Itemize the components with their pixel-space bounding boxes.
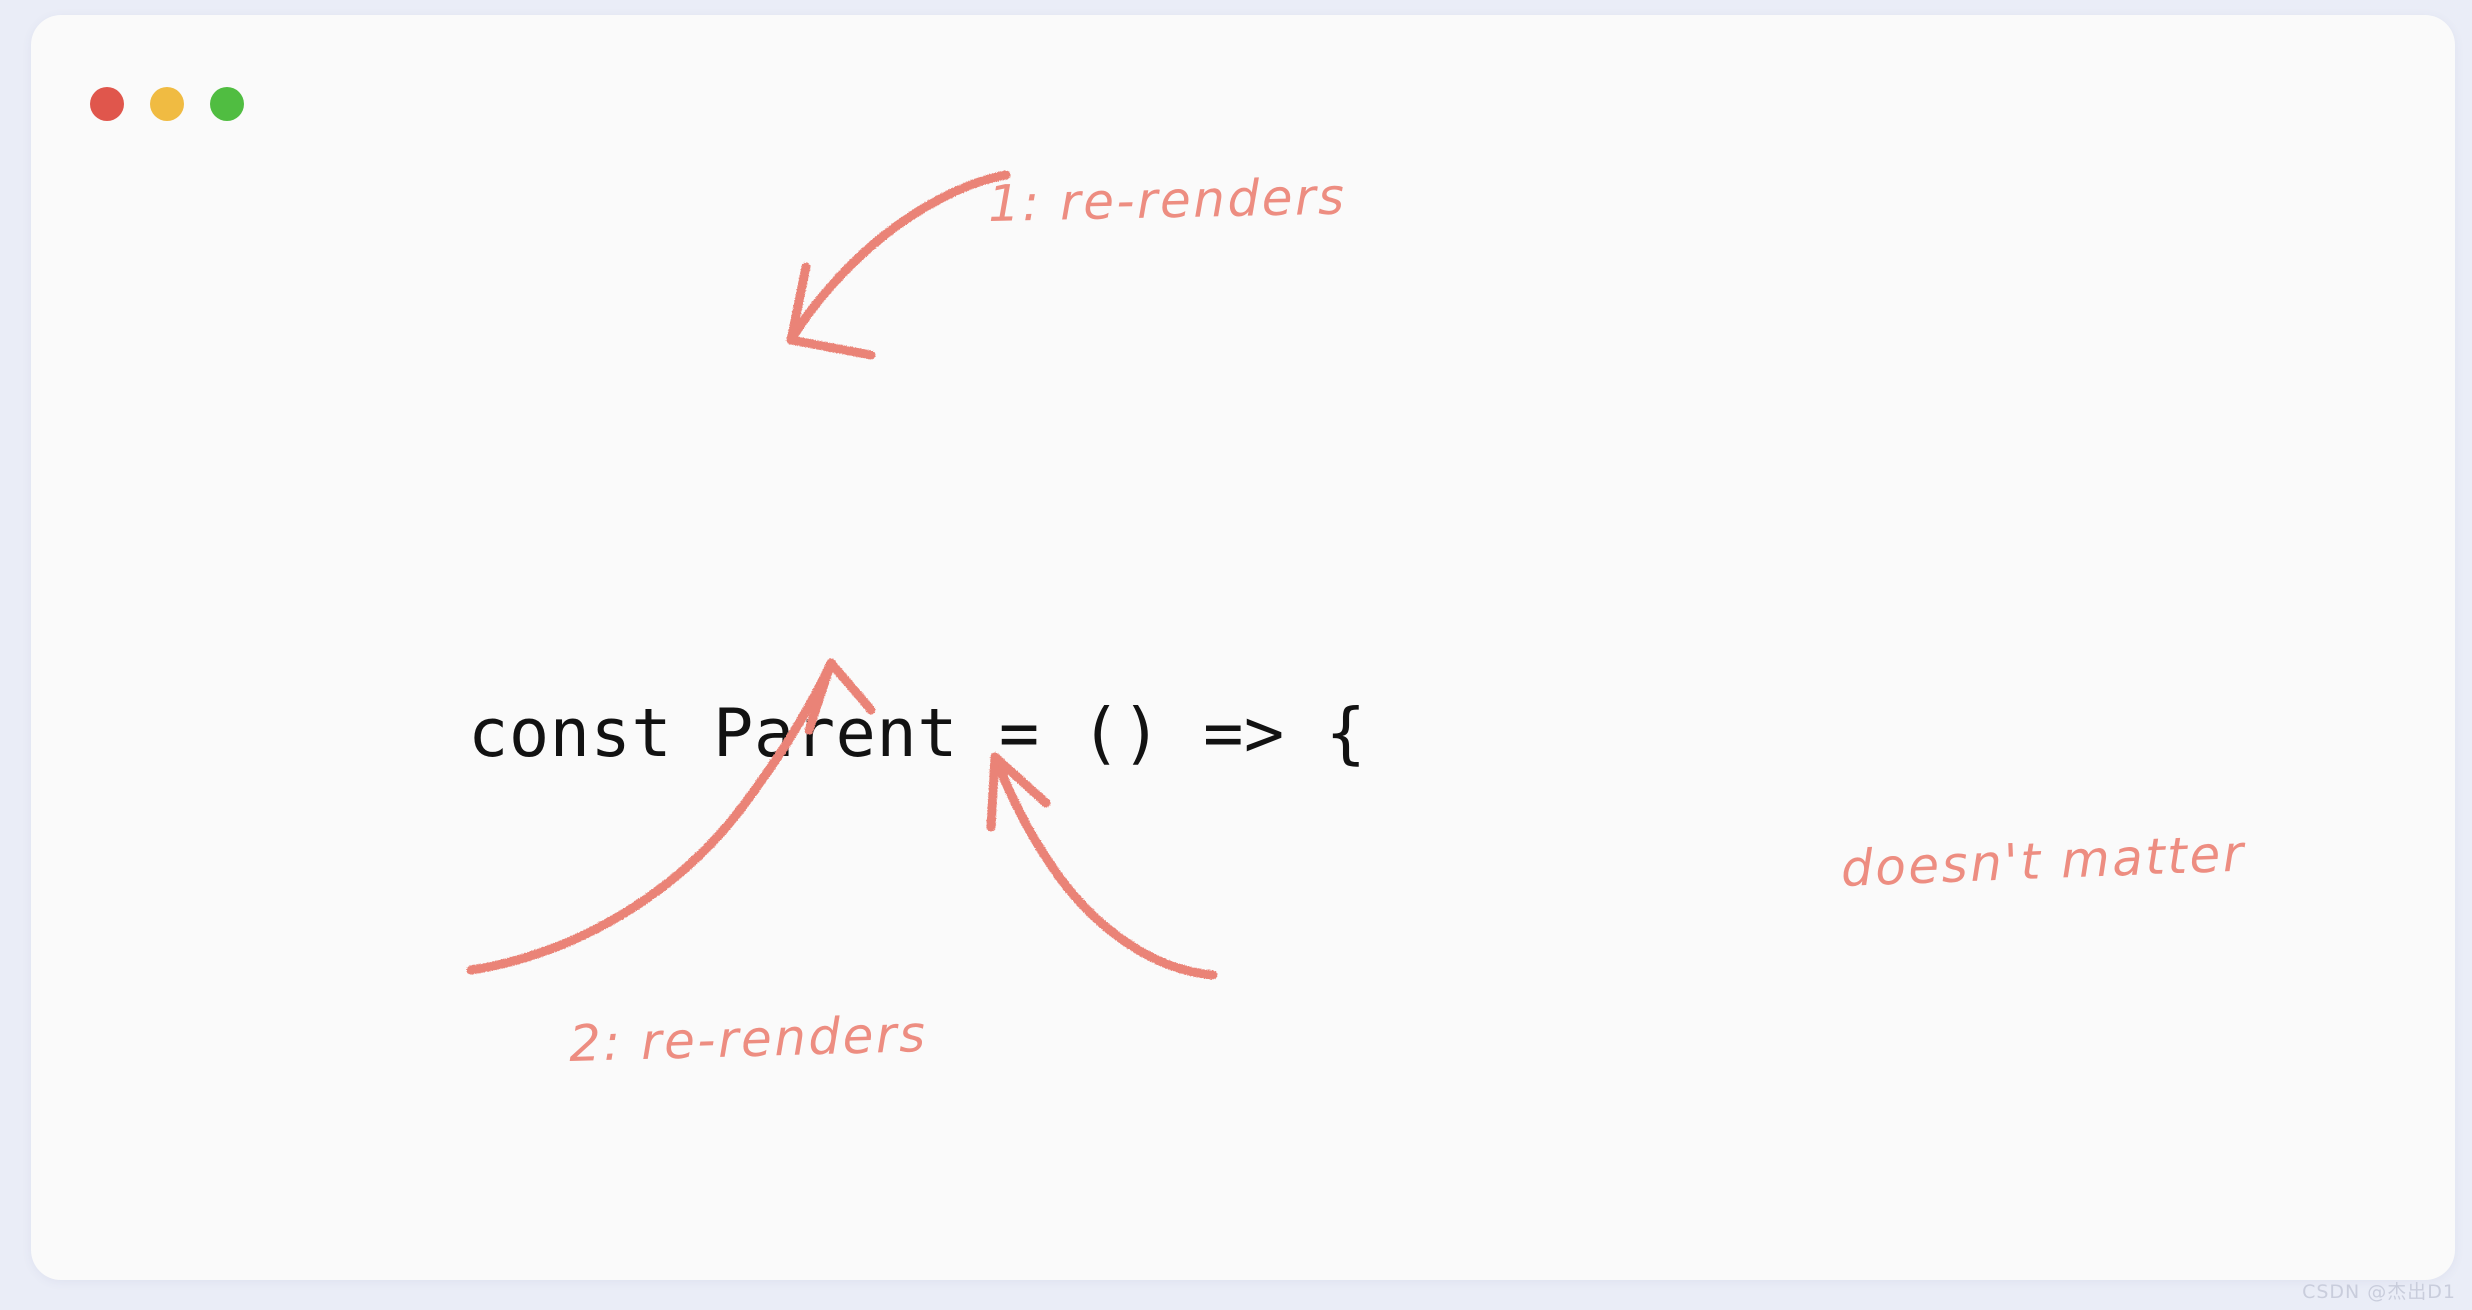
code-token: const Parent = () => { <box>468 693 1367 772</box>
minimize-window-button[interactable] <box>150 87 184 121</box>
annotation-note-parent: 1: re-renders <box>987 167 1348 233</box>
code-window-card: const Parent = () => { return <Child val… <box>31 15 2455 1280</box>
window-titlebar <box>31 15 2455 125</box>
code-line-1: const Parent = () => { <box>468 674 1938 793</box>
maximize-window-button[interactable] <box>210 87 244 121</box>
code-snippet: const Parent = () => { return <Child val… <box>468 435 1938 1280</box>
close-window-button[interactable] <box>90 87 124 121</box>
screenshot-stage: const Parent = () => { return <Child val… <box>0 0 2472 1310</box>
annotation-note-child: 2: re-renders <box>568 1005 929 1073</box>
arrow-to-parent <box>786 170 1011 360</box>
watermark-label: CSDN @杰出D1 <box>2302 1281 2456 1303</box>
